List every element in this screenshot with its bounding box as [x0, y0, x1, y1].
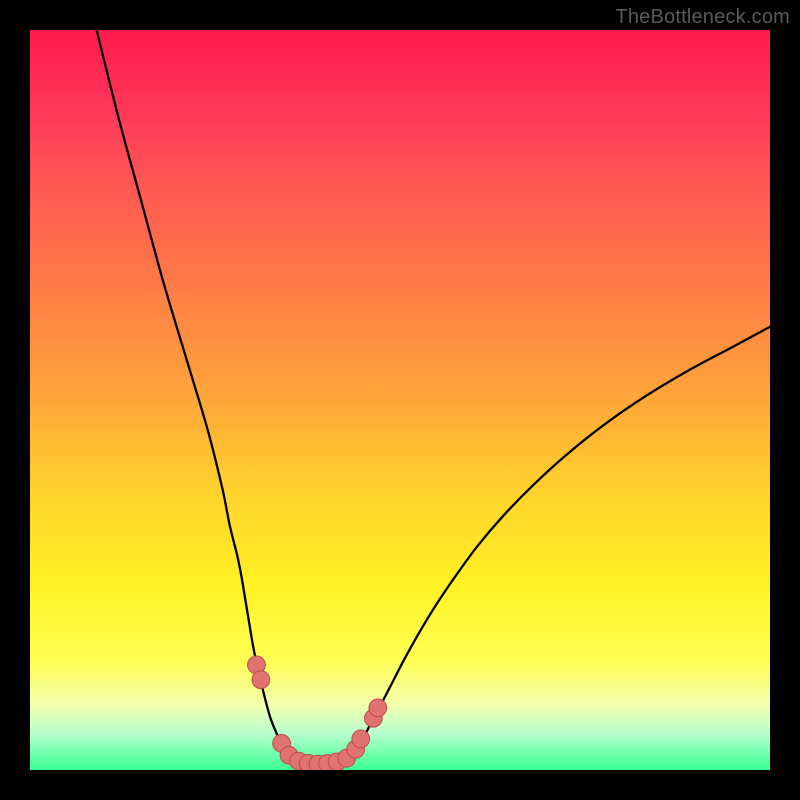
data-marker	[352, 730, 370, 748]
curve-left-branch	[97, 30, 289, 758]
watermark-text: TheBottleneck.com	[615, 6, 790, 29]
chart-svg	[30, 30, 770, 770]
chart-gradient-frame	[30, 30, 770, 770]
curve-right-branch	[348, 327, 770, 760]
data-marker	[369, 699, 387, 717]
data-marker	[252, 671, 270, 689]
